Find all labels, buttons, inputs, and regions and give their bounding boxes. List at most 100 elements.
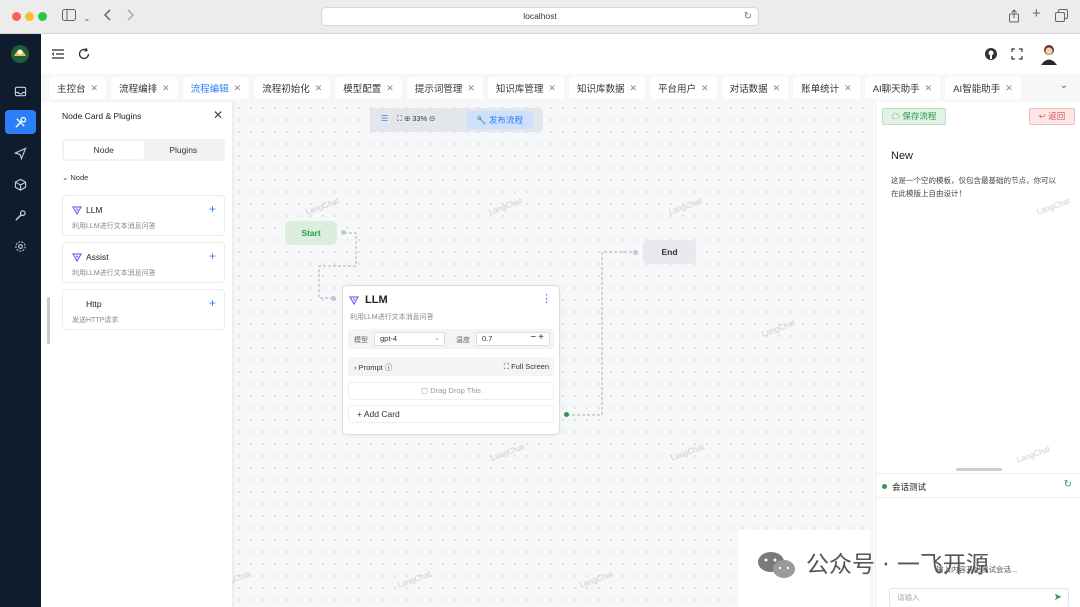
- nav-wrench[interactable]: [5, 203, 36, 227]
- tab-kb-data[interactable]: 知识库数据 ✕: [568, 77, 645, 99]
- back-icon[interactable]: [103, 9, 113, 24]
- close-icon[interactable]: ✕: [629, 83, 637, 94]
- address-bar[interactable]: localhost ↻: [321, 7, 759, 26]
- tab-label: 模型配置: [343, 84, 382, 95]
- send-icon[interactable]: ➤: [1054, 589, 1062, 607]
- forward-icon[interactable]: [125, 9, 135, 24]
- tab-flow-init[interactable]: 流程初始化 ✕: [254, 77, 331, 99]
- segment-plugins[interactable]: Plugins: [144, 141, 224, 159]
- add-card-button[interactable]: + Add Card: [348, 405, 554, 423]
- reload-icon[interactable]: ↻: [744, 8, 752, 25]
- close-icon[interactable]: ✕: [548, 83, 556, 94]
- tab-label: 提示词管理: [414, 84, 463, 95]
- end-node[interactable]: End: [643, 240, 696, 264]
- close-icon[interactable]: ✕: [1005, 83, 1013, 94]
- add-node-button[interactable]: +: [209, 296, 216, 310]
- model-select[interactable]: gpt-4 ⌄: [374, 332, 445, 346]
- minimize-window-button[interactable]: [25, 12, 34, 21]
- llm-node[interactable]: LLM ⋮ 利用LLM进行文本消息问答 模型 gpt-4 ⌄ 温度 0.7 −+ ›…: [342, 285, 560, 435]
- tab-flow-edit[interactable]: 流程编辑 ✕: [182, 77, 250, 99]
- close-icon[interactable]: ✕: [386, 83, 394, 94]
- llm-node-desc: 利用LLM进行文本消息问答: [350, 314, 434, 321]
- tab-label: 知识库管理: [495, 84, 544, 95]
- fullscreen-icon[interactable]: [1010, 47, 1024, 61]
- drag-drop-zone[interactable]: ▢ Drag Drop This: [348, 382, 554, 400]
- nav-cube[interactable]: [5, 172, 36, 196]
- github-icon[interactable]: [984, 47, 998, 61]
- chat-input[interactable]: 请输入 ➤: [889, 588, 1069, 607]
- prompt-row[interactable]: › Prompt ⓘ ⛶ Full Screen: [348, 357, 554, 376]
- tab-ai-chat[interactable]: AI聊天助手 ✕: [864, 77, 941, 99]
- refresh-icon[interactable]: [77, 47, 91, 61]
- zoom-control[interactable]: ⛶ ⊕ 33% ⊖: [397, 114, 435, 124]
- new-tab-icon[interactable]: +: [1032, 6, 1041, 21]
- node-card-assist[interactable]: Assist 利用LLM进行文本消息问答 +: [62, 242, 225, 283]
- close-icon[interactable]: ✕: [213, 108, 223, 122]
- fullscreen-button[interactable]: ⛶ Full Screen: [504, 362, 549, 372]
- close-icon[interactable]: ✕: [844, 83, 852, 94]
- segment-node[interactable]: Node: [64, 141, 144, 159]
- tab-billing[interactable]: 账单统计 ✕: [793, 77, 860, 99]
- close-icon[interactable]: ✕: [925, 83, 933, 94]
- tab-label: AI智能助手: [953, 84, 1001, 95]
- zoom-window-button[interactable]: [38, 12, 47, 21]
- close-icon[interactable]: ✕: [234, 83, 242, 94]
- tab-kb-manage[interactable]: 知识库管理 ✕: [487, 77, 564, 99]
- close-icon[interactable]: ✕: [701, 83, 709, 94]
- tab-prompt-manage[interactable]: 提示词管理 ✕: [406, 77, 483, 99]
- temperature-stepper[interactable]: 0.7 −+: [476, 332, 550, 346]
- nav-send[interactable]: [5, 141, 36, 165]
- close-icon[interactable]: ✕: [162, 83, 170, 94]
- publish-flow-button[interactable]: 🔧 发布流程: [466, 111, 533, 129]
- avatar[interactable]: [1038, 42, 1060, 66]
- start-node[interactable]: Start: [285, 221, 337, 245]
- canvas-toolbar: ☰ ⛶ ⊕ 33% ⊖ 🔧 发布流程: [370, 108, 543, 132]
- close-icon[interactable]: ✕: [773, 83, 781, 94]
- node-section-header[interactable]: ⌄ Node: [62, 173, 88, 182]
- tab-flow-orchestration[interactable]: 流程编排 ✕: [111, 77, 178, 99]
- llm-input-port[interactable]: [331, 296, 336, 301]
- resize-handle[interactable]: [956, 468, 1002, 471]
- scrollbar[interactable]: [47, 297, 50, 344]
- end-input-port[interactable]: [633, 250, 638, 255]
- tab-dashboard[interactable]: 主控台 ✕: [49, 77, 107, 99]
- sidebar-toggle-icon[interactable]: [62, 9, 76, 24]
- prompt-toggle[interactable]: › Prompt ⓘ: [354, 362, 392, 373]
- llm-params: 模型 gpt-4 ⌄ 温度 0.7 −+: [348, 329, 554, 349]
- back-button[interactable]: ↩ 返回: [1029, 108, 1075, 125]
- browser-toolbar: ⌄ localhost ↻ +: [0, 0, 1080, 34]
- node-card-llm[interactable]: LLM 利用LLM进行文本消息问答 +: [62, 195, 225, 236]
- add-node-button[interactable]: +: [209, 249, 216, 263]
- stepper-buttons[interactable]: −+: [530, 332, 546, 344]
- close-window-button[interactable]: [12, 12, 21, 21]
- refresh-icon[interactable]: ↻: [1064, 479, 1072, 490]
- menu-fold-icon[interactable]: [51, 47, 65, 61]
- nav-inbox[interactable]: [5, 79, 36, 103]
- close-icon[interactable]: ✕: [91, 83, 99, 94]
- tab-model-config[interactable]: 模型配置 ✕: [335, 77, 402, 99]
- nav-workflow[interactable]: [5, 110, 36, 134]
- temperature-label: 温度: [456, 337, 470, 344]
- close-icon[interactable]: ✕: [315, 83, 323, 94]
- chevron-down-icon[interactable]: ⌄: [83, 11, 91, 25]
- chevron-down-icon[interactable]: ⌄: [1060, 80, 1068, 91]
- tab-ai-assistant[interactable]: AI智能助手 ✕: [945, 77, 1021, 99]
- tab-chat-data[interactable]: 对话数据 ✕: [721, 77, 789, 99]
- node-plugin-switch: Node Plugins: [62, 139, 225, 161]
- add-node-button[interactable]: +: [209, 202, 216, 216]
- app-sidebar: [0, 34, 41, 607]
- node-card-http[interactable]: Http 发送HTTP请求 +: [62, 289, 225, 330]
- node-menu-icon[interactable]: ⋮: [541, 292, 552, 305]
- close-icon[interactable]: ✕: [467, 83, 475, 94]
- start-output-port[interactable]: [341, 230, 346, 235]
- adjust-icon[interactable]: ☰: [381, 114, 388, 123]
- tab-overview-icon[interactable]: [1055, 9, 1068, 25]
- app-logo: [9, 42, 31, 64]
- nav-settings[interactable]: [5, 234, 36, 258]
- wrench-icon: [15, 209, 26, 221]
- tab-platform-users[interactable]: 平台用户 ✕: [650, 77, 717, 99]
- share-icon[interactable]: [1008, 9, 1020, 26]
- node-card-desc: 利用LLM进行文本消息问答: [72, 270, 156, 277]
- llm-output-port[interactable]: [564, 412, 569, 417]
- save-flow-button[interactable]: ☁ 保存流程: [882, 108, 946, 125]
